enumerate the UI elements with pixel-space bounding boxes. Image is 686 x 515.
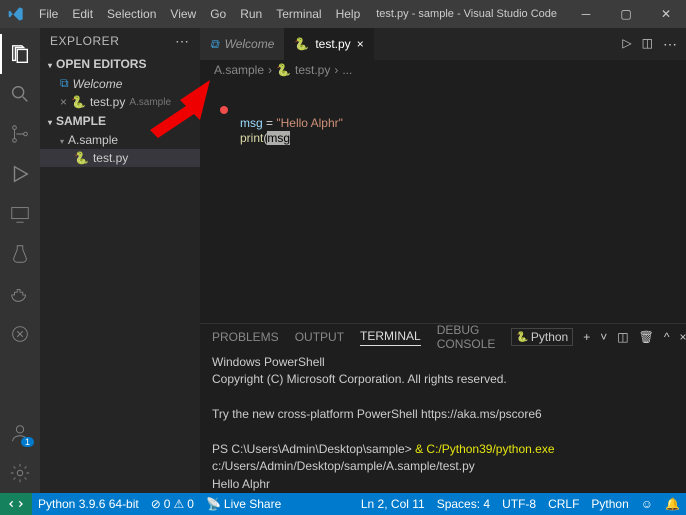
- menu-selection[interactable]: Selection: [100, 3, 163, 25]
- maximize-icon[interactable]: ▢: [606, 0, 646, 28]
- terminal-body[interactable]: Windows PowerShell Copyright (C) Microso…: [200, 350, 686, 493]
- close-icon[interactable]: ✕: [646, 0, 686, 28]
- tab-welcome[interactable]: ⧉Welcome: [200, 28, 284, 60]
- panel-tab-terminal[interactable]: TERMINAL: [360, 329, 421, 346]
- open-editor-welcome[interactable]: ⧉Welcome: [40, 74, 200, 93]
- status-encoding[interactable]: UTF-8: [496, 497, 542, 511]
- tab-close-icon[interactable]: ×: [357, 37, 364, 51]
- window-title: test.py - sample - Visual Studio Code: [367, 8, 566, 20]
- new-terminal-icon[interactable]: +: [583, 330, 590, 344]
- main-menu: File Edit Selection View Go Run Terminal…: [32, 3, 367, 25]
- panel-tab-output[interactable]: OUTPUT: [295, 330, 344, 344]
- breadcrumb[interactable]: A.sample›🐍test.py›...: [200, 60, 686, 80]
- status-eol[interactable]: CRLF: [542, 497, 585, 511]
- panel-tab-problems[interactable]: PROBLEMS: [212, 330, 279, 344]
- sample-section[interactable]: SAMPLE: [40, 111, 200, 131]
- status-python[interactable]: Python 3.9.6 64-bit: [32, 497, 145, 511]
- file-testpy[interactable]: 🐍test.py: [40, 149, 200, 167]
- activity-search-icon[interactable]: [0, 74, 40, 114]
- activity-testing-icon[interactable]: [0, 234, 40, 274]
- menu-go[interactable]: Go: [203, 3, 233, 25]
- close-panel-icon[interactable]: ×: [679, 330, 686, 344]
- status-problems[interactable]: ⊘ 0 ⚠ 0: [145, 497, 200, 511]
- activity-explorer-icon[interactable]: [0, 34, 40, 74]
- open-editors-section[interactable]: OPEN EDITORS: [40, 54, 200, 74]
- status-spaces[interactable]: Spaces: 4: [431, 497, 496, 511]
- activity-account-icon[interactable]: 1: [0, 413, 40, 453]
- breakpoint-icon[interactable]: [220, 106, 228, 114]
- terminal-select[interactable]: 🐍 Python: [511, 328, 573, 346]
- status-live-share[interactable]: 📡 Live Share: [200, 497, 287, 511]
- minimize-icon[interactable]: ─: [566, 0, 606, 28]
- status-cursor[interactable]: Ln 2, Col 11: [355, 497, 431, 511]
- activity-run-debug-icon[interactable]: [0, 154, 40, 194]
- tab-testpy[interactable]: 🐍test.py×: [284, 28, 373, 60]
- vscode-logo: [0, 6, 32, 22]
- maximize-panel-icon[interactable]: ^: [664, 330, 670, 344]
- editor-more-icon[interactable]: ⋯: [663, 36, 678, 53]
- activity-settings-icon[interactable]: [0, 453, 40, 493]
- split-editor-icon[interactable]: ◫: [642, 36, 653, 53]
- terminal-dropdown-icon[interactable]: ˅: [600, 330, 607, 344]
- status-feedback-icon[interactable]: ☺: [635, 497, 659, 511]
- menu-terminal[interactable]: Terminal: [269, 3, 328, 25]
- open-editor-testpy[interactable]: ×🐍test.py A.sample: [40, 93, 200, 111]
- activity-source-control-icon[interactable]: [0, 114, 40, 154]
- status-language[interactable]: Python: [585, 497, 634, 511]
- activity-docker-icon[interactable]: [0, 274, 40, 314]
- status-notifications-icon[interactable]: 🔔: [659, 497, 686, 511]
- explorer-more-icon[interactable]: ⋯: [175, 33, 190, 50]
- menu-run[interactable]: Run: [233, 3, 269, 25]
- run-icon[interactable]: ▷: [622, 36, 631, 53]
- panel-tab-debug[interactable]: DEBUG CONSOLE: [437, 323, 496, 351]
- explorer-title: EXPLORER: [50, 34, 119, 48]
- remote-indicator[interactable]: [0, 493, 32, 515]
- folder-asample[interactable]: A.sample: [40, 131, 200, 149]
- split-terminal-icon[interactable]: ◫: [617, 330, 628, 344]
- menu-help[interactable]: Help: [329, 3, 368, 25]
- menu-view[interactable]: View: [163, 3, 203, 25]
- code-editor[interactable]: msg = "Hello Alphr" print(msg: [200, 80, 686, 323]
- activity-remote-icon[interactable]: [0, 194, 40, 234]
- kill-terminal-icon[interactable]: 🗑: [639, 330, 654, 344]
- menu-file[interactable]: File: [32, 3, 65, 25]
- activity-live-share-icon[interactable]: [0, 314, 40, 354]
- menu-edit[interactable]: Edit: [65, 3, 100, 25]
